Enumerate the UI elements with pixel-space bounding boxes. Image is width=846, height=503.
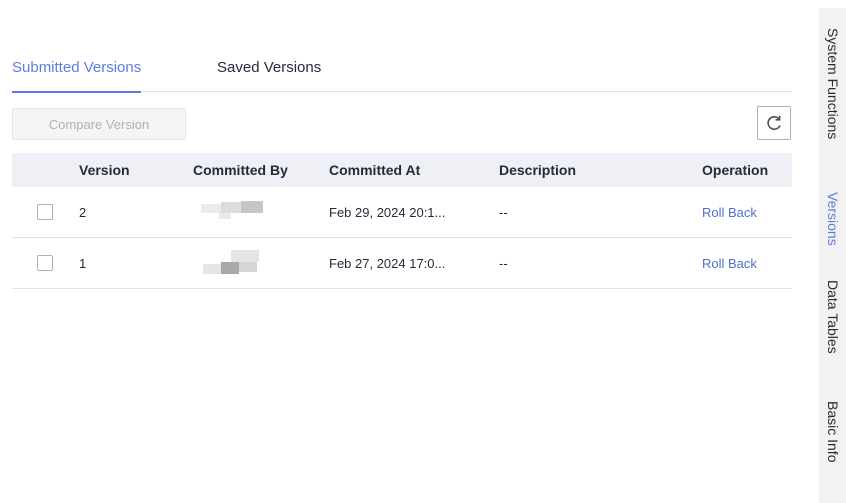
compare-version-button[interactable]: Compare Version [12,108,186,140]
committed-by-cell [193,238,273,288]
sidebar-item-system-functions[interactable]: System Functions [819,28,846,139]
column-header-description: Description [499,162,577,178]
versions-table: Version Committed By Committed At Descri… [12,153,792,289]
sidebar-item-data-tables[interactable]: Data Tables [819,280,846,354]
sidebar-item-basic-info[interactable]: Basic Info [819,401,846,462]
column-header-committed-by: Committed By [193,162,288,178]
column-header-operation: Operation [702,162,769,178]
version-cell: 2 [79,204,87,220]
refresh-icon [767,115,781,130]
blurred-user-name [193,197,273,227]
roll-back-link[interactable]: Roll Back [702,238,757,288]
blurred-user-name [193,248,273,278]
committed-by-cell [193,187,273,237]
committed-at-cell: Feb 27, 2024 17:0... [329,255,446,271]
tab-submitted-versions[interactable]: Submitted Versions [12,58,142,93]
column-header-committed-at: Committed At [329,162,421,178]
right-sidebar: System Functions Versions Data Tables Ba… [819,8,846,503]
table-row: 1 Feb 27, 2024 17:0... -- Roll Back [12,238,792,289]
row-checkbox[interactable] [37,255,53,271]
version-cell: 1 [79,255,87,271]
sidebar-item-versions[interactable]: Versions [819,192,846,246]
tab-saved-versions[interactable]: Saved Versions [217,58,321,92]
refresh-button[interactable] [757,106,791,140]
version-tabs: Submitted Versions Saved Versions [12,58,792,93]
table-row: 2 Feb 29, 2024 20:1... -- Roll Back [12,187,792,238]
committed-at-cell: Feb 29, 2024 20:1... [329,204,446,220]
table-header: Version Committed By Committed At Descri… [12,153,792,187]
column-header-version: Version [79,162,130,178]
roll-back-link[interactable]: Roll Back [702,187,757,237]
description-cell: -- [499,255,508,271]
row-checkbox[interactable] [37,204,53,220]
version-panel: Submitted Versions Saved Versions Compar… [0,0,810,503]
description-cell: -- [499,204,508,220]
